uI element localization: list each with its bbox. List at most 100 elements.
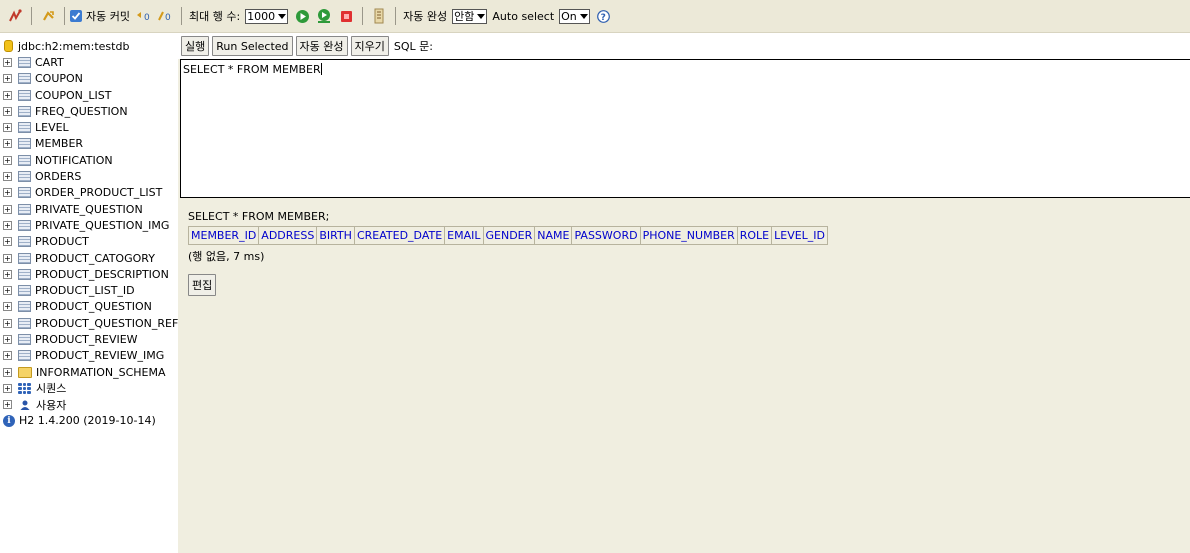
tree-item-table[interactable]: + COUPON_LIST [0,87,178,103]
tree-item-users[interactable]: + 사용자 [0,397,178,413]
result-column-header[interactable]: ROLE [736,226,773,245]
tree-item-table[interactable]: + ORDERS [0,168,178,184]
tree-item-table[interactable]: + PRODUCT_REVIEW [0,331,178,347]
tree-item-table[interactable]: + ORDER_PRODUCT_LIST [0,185,178,201]
tree-item-table[interactable]: + PRODUCT_DESCRIPTION [0,266,178,282]
max-rows-select[interactable]: 1000 [245,8,289,24]
expand-icon[interactable]: + [3,253,12,263]
expand-icon[interactable]: + [3,155,12,165]
expand-icon[interactable]: + [3,220,12,230]
tree-item-table[interactable]: + PRIVATE_QUESTION_IMG [0,217,178,233]
table-icon [18,285,31,297]
sequences-label: 시퀀스 [36,382,67,396]
tree-item-table[interactable]: + FREQ_QUESTION [0,103,178,119]
edit-button[interactable]: 편집 [188,274,217,296]
result-column-header[interactable]: PASSWORD [571,226,641,245]
clear-button[interactable]: 지우기 [350,36,389,56]
sql-editor[interactable]: SELECT * FROM MEMBER [180,59,1190,198]
table-name: PRODUCT_LIST_ID [35,284,135,298]
result-column-header[interactable]: LEVEL_ID [771,226,829,245]
tree-item-sequences[interactable]: + 시퀀스 [0,380,178,396]
autocommit-checkbox[interactable] [70,10,82,22]
tree-item-table[interactable]: + PRIVATE_QUESTION [0,201,178,217]
expand-icon[interactable]: + [3,400,12,410]
expand-icon[interactable]: + [3,57,12,67]
auto-select-value: On [561,9,577,23]
expand-icon[interactable]: + [3,383,12,393]
expand-icon[interactable]: + [3,123,12,133]
autocomplete-button[interactable]: 자동 완성 [295,36,348,56]
tree-item-table[interactable]: + PRODUCT_CATOGORY [0,250,178,266]
tree-item-table[interactable]: + CART [0,54,178,70]
result-column-header[interactable]: EMAIL [444,226,484,245]
expand-icon[interactable]: + [3,172,12,182]
result-table: MEMBER_ID ADDRESS BIRTH CREATED_DATE EMAIL GE… [187,226,829,245]
run-button[interactable]: 실행 [181,36,210,56]
rollback-icon[interactable]: 0 [134,7,152,25]
expand-icon[interactable]: + [3,204,12,214]
tree-item-table[interactable]: + PRODUCT_LIST_ID [0,282,178,298]
tree-item-table[interactable]: + LEVEL [0,119,178,135]
expand-icon[interactable]: + [3,106,12,116]
toolbar-separator [362,7,364,25]
tree-item-information-schema[interactable]: + INFORMATION_SCHEMA [0,364,178,380]
table-name: PRODUCT_CATOGORY [35,251,155,265]
table-icon [18,317,31,329]
toolbar-separator [395,7,397,25]
tree-item-table[interactable]: + NOTIFICATION [0,152,178,168]
expand-icon[interactable]: + [3,90,12,100]
table-icon [18,252,31,264]
expand-icon[interactable]: + [3,139,12,149]
autocomplete-select[interactable]: 안함 [452,8,488,24]
history-icon[interactable] [370,7,388,25]
tree-item-table[interactable]: + COUPON [0,71,178,87]
folder-icon [18,366,32,378]
expand-icon[interactable]: + [3,302,12,312]
expand-icon[interactable]: + [3,188,12,198]
table-icon [18,105,31,117]
disconnect-icon[interactable] [6,7,24,25]
query-panel: 실행 Run Selected 자동 완성 지우기 SQL 문: SELECT … [178,33,1190,553]
expand-icon[interactable]: + [3,269,12,279]
tree-item-table[interactable]: + PRODUCT_QUESTION [0,299,178,315]
expand-icon[interactable]: + [3,237,12,247]
commit-icon[interactable]: 0 [156,7,174,25]
tree-item-table[interactable]: + PRODUCT [0,234,178,250]
result-header-row: MEMBER_ID ADDRESS BIRTH CREATED_DATE EMAIL GE… [187,226,829,245]
help-icon[interactable]: ? [595,7,613,25]
connection-label: jdbc:h2:mem:testdb [18,39,130,53]
run-selected-icon[interactable] [315,7,333,25]
result-column-header[interactable]: PHONE_NUMBER [639,226,738,245]
result-column-header[interactable]: BIRTH [316,226,355,245]
table-icon [18,89,31,101]
tree-item-table[interactable]: + PRODUCT_QUESTION_REF [0,315,178,331]
table-name: PRODUCT_DESCRIPTION [35,267,169,281]
stop-icon[interactable] [337,7,355,25]
result-column-header[interactable]: ADDRESS [258,226,318,245]
result-column-header[interactable]: MEMBER_ID [187,226,260,245]
users-icon [18,399,31,411]
connection-node[interactable]: jdbc:h2:mem:testdb [0,38,178,54]
auto-select-select[interactable]: On [559,8,590,24]
run-selected-button[interactable]: Run Selected [212,36,293,56]
expand-icon[interactable]: + [3,318,12,328]
table-name: PRODUCT_QUESTION [35,300,152,314]
result-column-header[interactable]: GENDER [482,226,536,245]
sql-statement-label: SQL 문: [393,40,433,53]
expand-icon[interactable]: + [3,351,12,361]
expand-icon[interactable]: + [3,74,12,84]
table-icon [18,333,31,345]
expand-icon[interactable]: + [3,367,12,377]
run-icon[interactable] [293,7,311,25]
tree-item-table[interactable]: + PRODUCT_REVIEW_IMG [0,348,178,364]
executed-statement: SELECT * FROM MEMBER; [188,210,330,223]
expand-icon[interactable]: + [3,334,12,344]
refresh-icon[interactable] [39,7,57,25]
toolbar: 자동 커밋 0 0 최대 행 수: 1000 자동 완성 안함 Auto sel… [0,0,1190,33]
expand-icon[interactable]: + [3,286,12,296]
result-column-header[interactable]: CREATED_DATE [353,226,446,245]
table-name: PRIVATE_QUESTION [35,202,143,216]
tree-item-table[interactable]: + MEMBER [0,136,178,152]
max-rows-label: 최대 행 수: [188,10,241,23]
result-column-header[interactable]: NAME [534,226,573,245]
